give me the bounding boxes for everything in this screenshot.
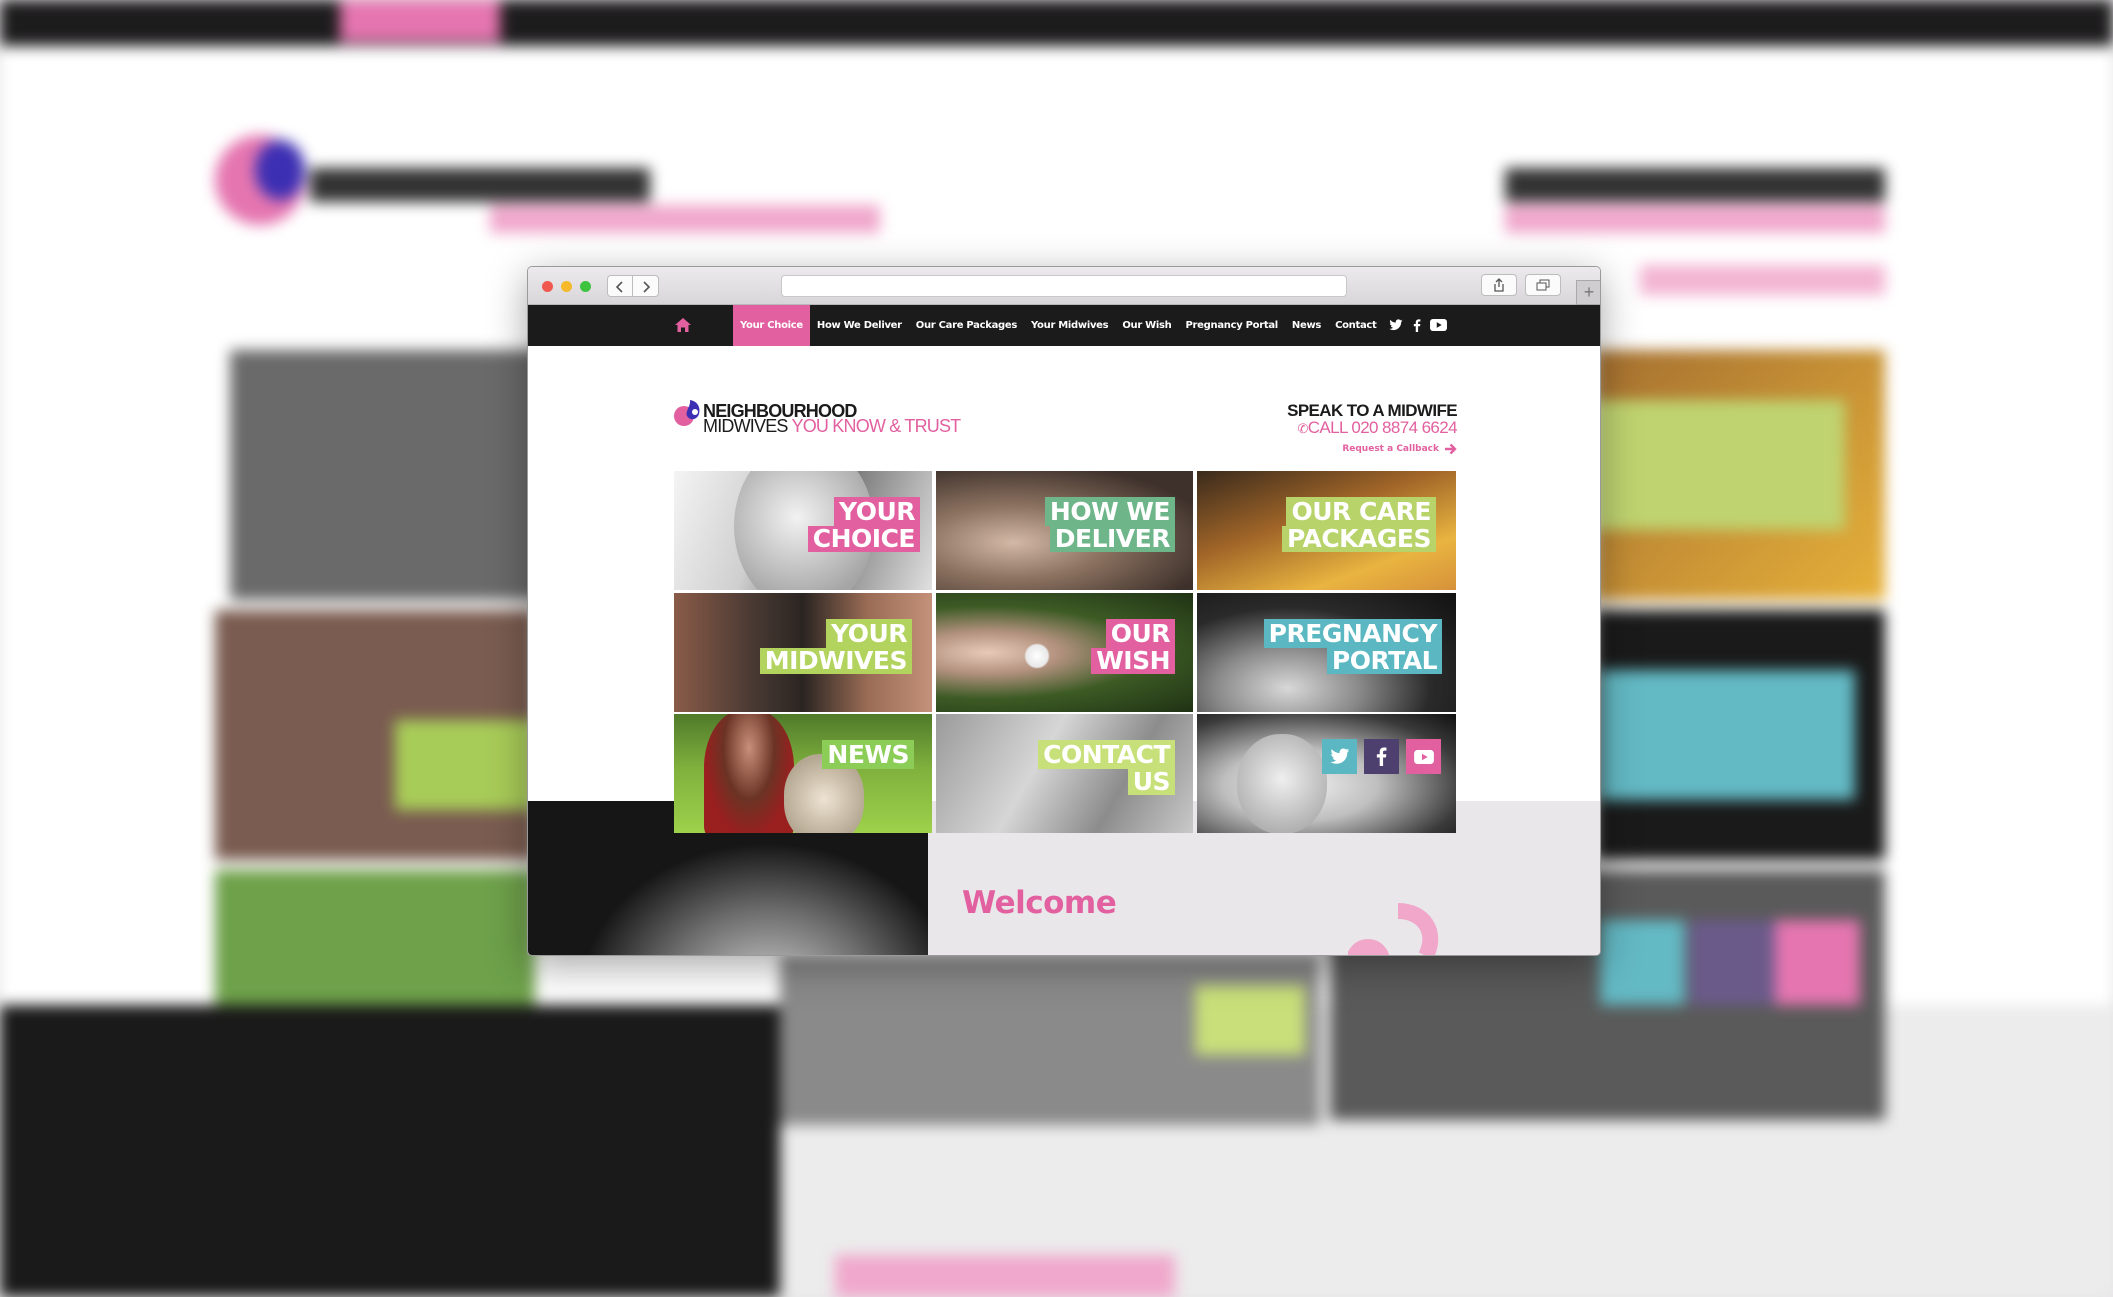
minimize-window-button[interactable] xyxy=(561,281,572,292)
tile-news[interactable]: NEWS xyxy=(674,714,932,833)
social-facebook-button[interactable] xyxy=(1364,739,1399,774)
tile-label: PREGNANCY PORTAL xyxy=(1263,619,1442,674)
request-callback-link[interactable]: Request a Callback xyxy=(1342,443,1457,455)
new-tab-button[interactable]: + xyxy=(1576,280,1600,305)
browser-window: + Your Choice How We Deliver Our Care Pa… xyxy=(527,266,1601,956)
twitter-icon xyxy=(1330,748,1349,764)
share-icon xyxy=(1494,278,1504,292)
social-twitter-button[interactable] xyxy=(1322,739,1357,774)
tile-photo xyxy=(1024,643,1050,669)
phone-icon: ✆ xyxy=(1297,421,1308,436)
tabs-overview-button[interactable] xyxy=(1525,274,1561,296)
tile-label: HOW WE DELIVER xyxy=(1044,497,1175,552)
forward-button[interactable] xyxy=(633,275,659,297)
tile-label: CONTACT US xyxy=(1038,740,1175,795)
youtube-icon[interactable] xyxy=(1430,319,1447,331)
tile-label-line: YOUR xyxy=(833,497,920,526)
nav-item-our-care-packages[interactable]: Our Care Packages xyxy=(909,320,1024,331)
nav-item-how-we-deliver[interactable]: How We Deliver xyxy=(810,320,909,331)
nav-item-pregnancy-portal[interactable]: Pregnancy Portal xyxy=(1179,320,1285,331)
tabs-icon xyxy=(1536,279,1550,291)
tile-our-wish[interactable]: OUR WISH xyxy=(936,593,1193,712)
speak-to-midwife-heading: SPEAK TO A MIDWIFE xyxy=(1287,401,1458,420)
chevron-right-icon xyxy=(642,281,650,293)
close-window-button[interactable] xyxy=(542,281,553,292)
nav-item-contact[interactable]: Contact xyxy=(1328,320,1383,331)
site-logo[interactable]: NEIGHBOURHOOD MIDWIVES YOU KNOW & TRUST xyxy=(673,395,961,436)
tile-label-line: DELIVER xyxy=(1049,526,1175,552)
tile-photo xyxy=(704,714,794,833)
tile-grid: YOUR CHOICE HOW WE DELIVER OUR CARE PACK… xyxy=(674,471,1456,839)
browser-titlebar: + xyxy=(528,267,1600,305)
tile-social xyxy=(1197,714,1456,833)
nav-item-news[interactable]: News xyxy=(1285,320,1328,331)
plus-icon: + xyxy=(1583,282,1595,302)
tile-label-line: OUR xyxy=(1105,619,1175,648)
tile-label-line: US xyxy=(1127,769,1175,795)
tile-label-line: MIDWIVES xyxy=(759,648,912,674)
tile-label: YOUR CHOICE xyxy=(807,497,920,552)
phone-number: CALL 020 8874 6624 xyxy=(1307,418,1458,437)
tile-label-line: CHOICE xyxy=(807,526,920,552)
youtube-icon xyxy=(1413,749,1434,764)
logo-midwives-text: MIDWIVES xyxy=(703,416,788,436)
tile-photo xyxy=(1237,734,1327,833)
nav-item-your-choice[interactable]: Your Choice xyxy=(733,305,810,346)
logo-mark-icon xyxy=(674,400,700,426)
request-callback-label: Request a Callback xyxy=(1342,444,1439,454)
logo-tagline-text: YOU KNOW & TRUST xyxy=(791,416,962,436)
nav-menu: Your Choice How We Deliver Our Care Pack… xyxy=(733,305,1384,346)
twitter-icon[interactable] xyxy=(1389,319,1403,331)
tile-label-line: HOW WE xyxy=(1044,497,1175,526)
maximize-window-button[interactable] xyxy=(580,281,591,292)
back-button[interactable] xyxy=(607,275,633,297)
tile-label-line: PREGNANCY xyxy=(1263,619,1442,648)
chevron-left-icon xyxy=(615,281,623,293)
tile-our-care-packages[interactable]: OUR CARE PACKAGES xyxy=(1197,471,1456,590)
tile-label: YOUR MIDWIVES xyxy=(759,619,912,674)
tile-how-we-deliver[interactable]: HOW WE DELIVER xyxy=(936,471,1193,590)
nav-item-your-midwives[interactable]: Your Midwives xyxy=(1024,320,1115,331)
welcome-heading: Welcome xyxy=(962,885,1117,921)
site-navbar: Your Choice How We Deliver Our Care Pack… xyxy=(528,305,1600,346)
website-viewport: Your Choice How We Deliver Our Care Pack… xyxy=(528,305,1600,955)
tile-your-choice[interactable]: YOUR CHOICE xyxy=(674,471,932,590)
share-button[interactable] xyxy=(1481,274,1517,296)
tile-label-line: NEWS xyxy=(822,740,914,769)
tile-label-line: YOUR xyxy=(825,619,912,648)
tile-label: OUR WISH xyxy=(1091,619,1175,674)
tile-label-line: WISH xyxy=(1091,648,1175,674)
address-bar[interactable] xyxy=(781,275,1347,297)
tile-label-line: OUR CARE xyxy=(1286,497,1436,526)
tile-your-midwives[interactable]: YOUR MIDWIVES xyxy=(674,593,932,712)
tile-contact-us[interactable]: CONTACT US xyxy=(936,714,1193,833)
social-youtube-button[interactable] xyxy=(1406,739,1441,774)
tile-label-line: PACKAGES xyxy=(1281,526,1436,552)
tile-label-line: CONTACT xyxy=(1038,740,1175,769)
tile-pregnancy-portal[interactable]: PREGNANCY PORTAL xyxy=(1197,593,1456,712)
tile-label-line: PORTAL xyxy=(1326,648,1442,674)
logo-line-2: MIDWIVES YOU KNOW & TRUST xyxy=(703,416,962,437)
facebook-icon[interactable] xyxy=(1413,319,1421,332)
home-icon[interactable] xyxy=(674,317,692,333)
contact-block: SPEAK TO A MIDWIFE ✆CALL 020 8874 6624 xyxy=(1287,401,1458,438)
phone-line[interactable]: ✆CALL 020 8874 6624 xyxy=(1287,419,1457,438)
tile-label: NEWS xyxy=(822,740,914,769)
nav-item-our-wish[interactable]: Our Wish xyxy=(1115,320,1178,331)
arrow-right-icon xyxy=(1445,443,1457,455)
facebook-icon xyxy=(1376,747,1387,766)
welcome-logo-watermark-icon xyxy=(1348,903,1439,955)
tile-label: OUR CARE PACKAGES xyxy=(1281,497,1436,552)
